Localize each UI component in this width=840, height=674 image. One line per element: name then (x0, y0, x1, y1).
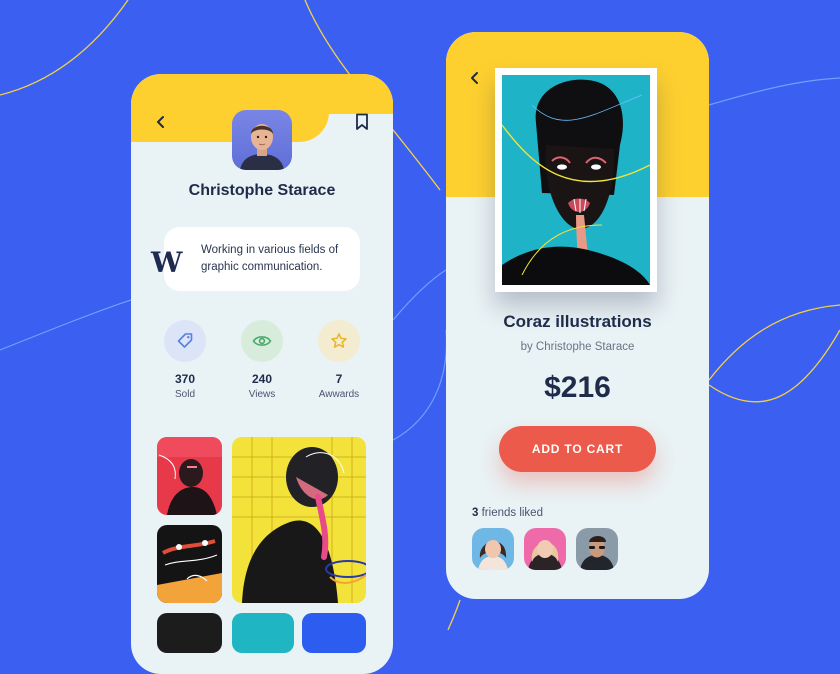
friend-avatar[interactable] (576, 528, 618, 570)
friend-portrait (528, 540, 562, 570)
bio-text: Working in various fields of graphic com… (201, 244, 339, 273)
artwork-thumbnail (157, 539, 222, 603)
add-to-cart-button[interactable]: ADD TO CART (499, 426, 656, 472)
bookmark-icon (356, 113, 368, 130)
product-artwork[interactable] (495, 68, 657, 292)
avatar (232, 110, 292, 170)
friends-liked-label: 3 friends liked (472, 507, 543, 519)
stat-awwards: 7 Awwards (307, 320, 371, 400)
gallery-tile[interactable] (302, 613, 366, 653)
stat-value: 7 (335, 372, 343, 386)
eye-icon (252, 336, 272, 346)
friend-avatar[interactable] (524, 528, 566, 570)
profile-name: Christophe Starace (188, 182, 336, 199)
bookmark-button[interactable] (350, 110, 374, 134)
artwork-thumbnail (157, 437, 222, 515)
profile-screen: Christophe Starace W Working in various … (131, 74, 393, 674)
avatar-portrait (240, 124, 284, 170)
stat-icon-bg (318, 320, 360, 362)
tag-icon (177, 333, 193, 348)
portrait-illustration (502, 75, 650, 285)
gallery-tile-featured[interactable] (232, 437, 366, 603)
stat-label: Sold (174, 389, 195, 400)
friend-avatar[interactable] (472, 528, 514, 570)
gallery-tile[interactable] (232, 613, 294, 653)
product-title: Coraz illustrations (503, 312, 652, 331)
product-author: by Christophe Starace (520, 341, 635, 353)
stat-value: 370 (174, 372, 196, 386)
friend-portrait (580, 536, 614, 570)
gallery-tile[interactable] (157, 525, 222, 603)
product-screen: Coraz illustrations by Christophe Starac… (446, 32, 709, 599)
friend-portrait (478, 540, 508, 570)
friends-count: 3 (472, 507, 479, 519)
back-button[interactable] (149, 110, 173, 134)
back-button[interactable] (463, 66, 487, 90)
artwork-thumbnail (232, 437, 366, 603)
gallery-tile[interactable] (157, 437, 222, 515)
chevron-left-icon (471, 72, 478, 84)
gallery-tile[interactable] (157, 613, 222, 653)
stat-value: 240 (251, 372, 273, 386)
background-lines (0, 0, 840, 630)
artwork-image (502, 75, 650, 285)
stat-label: Awwards (318, 389, 360, 400)
stat-sold: 370 Sold (153, 320, 217, 400)
product-price: $216 (544, 371, 611, 404)
stat-icon-bg (241, 320, 283, 362)
star-icon (331, 333, 347, 348)
stat-icon-bg (164, 320, 206, 362)
bio-logo: W (151, 246, 182, 279)
friends-text: friends liked (481, 507, 543, 519)
stat-views: 240 Views (230, 320, 294, 400)
chevron-left-icon (157, 116, 164, 128)
stat-label: Views (248, 389, 276, 400)
